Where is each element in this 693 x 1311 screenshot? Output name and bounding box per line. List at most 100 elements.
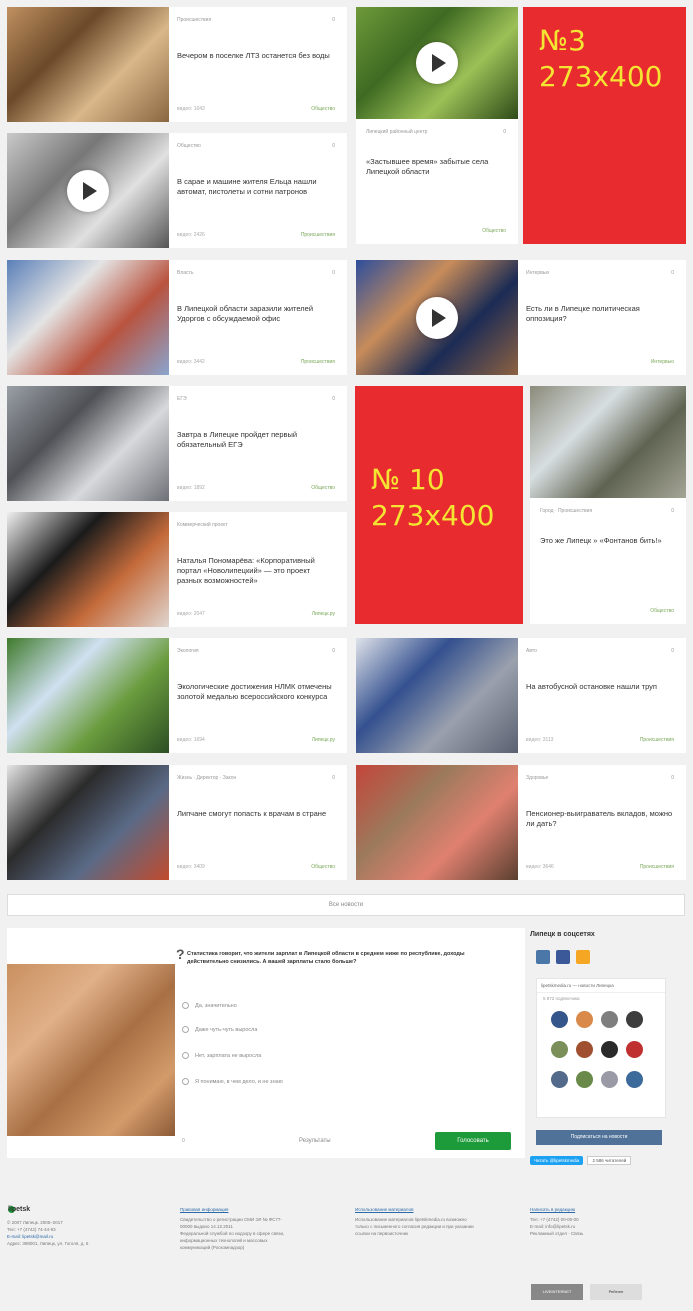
news-image[interactable] [7,260,169,375]
subscriber-avatar[interactable] [626,1041,643,1058]
news-category[interactable]: Жизнь · Директор · Закон [177,775,236,781]
news-card[interactable]: ЕГЭ 0 Завтра в Липецке пройдет первый об… [7,386,347,501]
news-card[interactable]: Общество 0 В сарае и машине жителя Ельца… [7,133,347,248]
news-category[interactable]: Здоровье [526,775,548,781]
news-rubric[interactable]: Общество [311,485,335,491]
news-title[interactable]: Вечером в поселке ЛТЗ останется без воды [177,51,335,61]
news-image[interactable] [7,386,169,501]
all-news-button[interactable]: Все новости [7,894,685,916]
vk-group-name[interactable]: lipetskmedia.ru — новости Липецка [537,979,665,993]
comment-count: 0 [332,270,335,276]
news-category[interactable]: Липецкий районный центр [366,129,427,135]
news-card[interactable]: Происшествия 0 Вечером в поселке ЛТЗ ост… [7,7,347,122]
subscriber-avatar[interactable] [551,1071,568,1088]
news-rubric[interactable]: Общество [482,228,506,234]
footer-editorial-heading[interactable]: Написать в редакцию [530,1206,680,1213]
rating-counter[interactable]: Рейтинг [590,1284,642,1300]
news-rubric[interactable]: Общество [650,608,674,614]
footer-line: Свидетельство о регистрации СМИ ЭЛ № ФС7… [180,1217,282,1222]
footer-logo[interactable]: lipetsk [7,1206,157,1213]
news-rubric[interactable]: Липецк.ру [312,611,335,617]
news-card[interactable]: Жизнь · Директор · Закон 0 Липчане смогу… [7,765,347,880]
news-rubric[interactable]: Происшествия [640,864,674,870]
news-category[interactable]: Коммерческий проект [177,522,228,528]
news-category[interactable]: Город · Происшествия [540,508,592,514]
subscriber-avatar[interactable] [551,1041,568,1058]
news-category[interactable]: Авто [526,648,537,654]
news-title[interactable]: На автобусной остановке нашли труп [526,682,674,692]
news-image[interactable] [7,638,169,753]
news-category[interactable]: Интервью [526,270,549,276]
facebook-icon[interactable] [556,950,570,964]
play-icon[interactable] [416,296,458,339]
subscriber-avatar[interactable] [601,1011,618,1028]
news-card[interactable]: Здоровье 0 Пенсионер-выиграватель вкладо… [356,765,686,880]
news-rubric[interactable]: Липецк.ру [312,737,335,743]
news-card[interactable]: Город · Происшествия 0 Это же Липецк » «… [530,386,686,624]
news-title[interactable]: Это же Липецк » «Фонтанов бить!» [540,536,674,546]
news-image[interactable] [7,7,169,122]
news-rubric[interactable]: Происшествия [301,359,335,365]
news-image[interactable] [356,260,518,375]
subscriber-avatar[interactable] [576,1071,593,1088]
news-title[interactable]: «Застывшее время» забытые села Липецкой … [366,157,506,177]
subscriber-avatar[interactable] [576,1041,593,1058]
poll-option[interactable]: Даже чуть-чуть выросла [182,1026,257,1033]
subscriber-avatar[interactable] [626,1071,643,1088]
ad-banner-3[interactable]: №3 273x400 [523,7,686,244]
news-rubric[interactable]: Происшествия [640,737,674,743]
news-card[interactable]: Власть 0 В Липецкой области заразили жит… [7,260,347,375]
news-card[interactable]: Коммерческий проект Наталья Пономарёва: … [7,512,347,627]
ad-banner-10[interactable]: № 10 273x400 [355,386,523,624]
poll-results-link[interactable]: Результаты [299,1138,331,1144]
news-category[interactable]: Власть [177,270,193,276]
news-category[interactable]: ЕГЭ [177,396,187,402]
poll-option[interactable]: Да, значительно [182,1002,237,1009]
news-title[interactable]: Есть ли в Липецке политическая оппозиция… [526,304,674,324]
news-title[interactable]: Пенсионер-выиграватель вкладов, можно ли… [526,809,674,829]
news-image[interactable] [356,765,518,880]
news-title[interactable]: В сарае и машине жителя Ельца нашли авто… [177,177,335,197]
news-title[interactable]: Завтра в Липецке пройдет первый обязател… [177,430,335,450]
news-image[interactable] [356,638,518,753]
footer-ad-link[interactable]: Рекламный отдел · Связь [530,1230,680,1237]
news-image[interactable] [530,386,686,498]
news-image[interactable] [7,512,169,627]
footer-legal-heading[interactable]: Правовая информация [180,1206,330,1213]
news-category[interactable]: Экология [177,648,199,654]
play-icon[interactable] [67,169,109,212]
news-image[interactable] [7,765,169,880]
news-title[interactable]: В Липецкой области заразили жителей Удор… [177,304,335,324]
subscriber-avatar[interactable] [601,1071,618,1088]
news-rubric[interactable]: Происшествия [301,232,335,238]
footer-email-link[interactable]: E-mail: lipetsk@mail.ru [7,1233,157,1240]
news-card[interactable]: Липецкий районный центр 0 «Застывшее вре… [356,7,518,244]
news-card[interactable]: Экология 0 Экологические достижения НЛМК… [7,638,347,753]
subscriber-avatar[interactable] [576,1011,593,1028]
news-card[interactable]: Интервью 0 Есть ли в Липецке политическа… [356,260,686,375]
news-title[interactable]: Экологические достижения НЛМК отмечены з… [177,682,335,702]
footer-usage-heading[interactable]: Использование материалов [355,1206,515,1213]
subscriber-avatar[interactable] [626,1011,643,1028]
news-rubric[interactable]: Общество [311,106,335,112]
news-image[interactable] [356,7,518,119]
play-icon[interactable] [416,42,458,84]
subscribe-button[interactable]: Подписаться на новости [536,1130,662,1145]
twitter-follow-button[interactable]: Читать @lipetskmedia [530,1156,584,1165]
vote-button[interactable]: Голосовать [435,1132,511,1150]
subscriber-avatar[interactable] [551,1011,568,1028]
news-category[interactable]: Общество [177,143,201,149]
news-rubric[interactable]: Интервью [651,359,674,365]
vk-icon[interactable] [536,950,550,964]
news-title[interactable]: Липчане смогут попасть к врачам в стране [177,809,335,819]
liveinternet-counter[interactable]: LIVEINTERNET [531,1284,583,1300]
news-category[interactable]: Происшествия [177,17,211,23]
subscriber-avatar[interactable] [601,1041,618,1058]
poll-option[interactable]: Нет, зарплата не выросла [182,1052,261,1059]
news-rubric[interactable]: Общество [311,864,335,870]
news-title[interactable]: Наталья Пономарёва: «Корпоративный порта… [177,556,335,586]
ok-icon[interactable] [576,950,590,964]
poll-option[interactable]: Я понимаю, в чем дело, и не знаю [182,1078,283,1085]
news-image[interactable] [7,133,169,248]
news-card[interactable]: Авто 0 На автобусной остановке нашли тру… [356,638,686,753]
